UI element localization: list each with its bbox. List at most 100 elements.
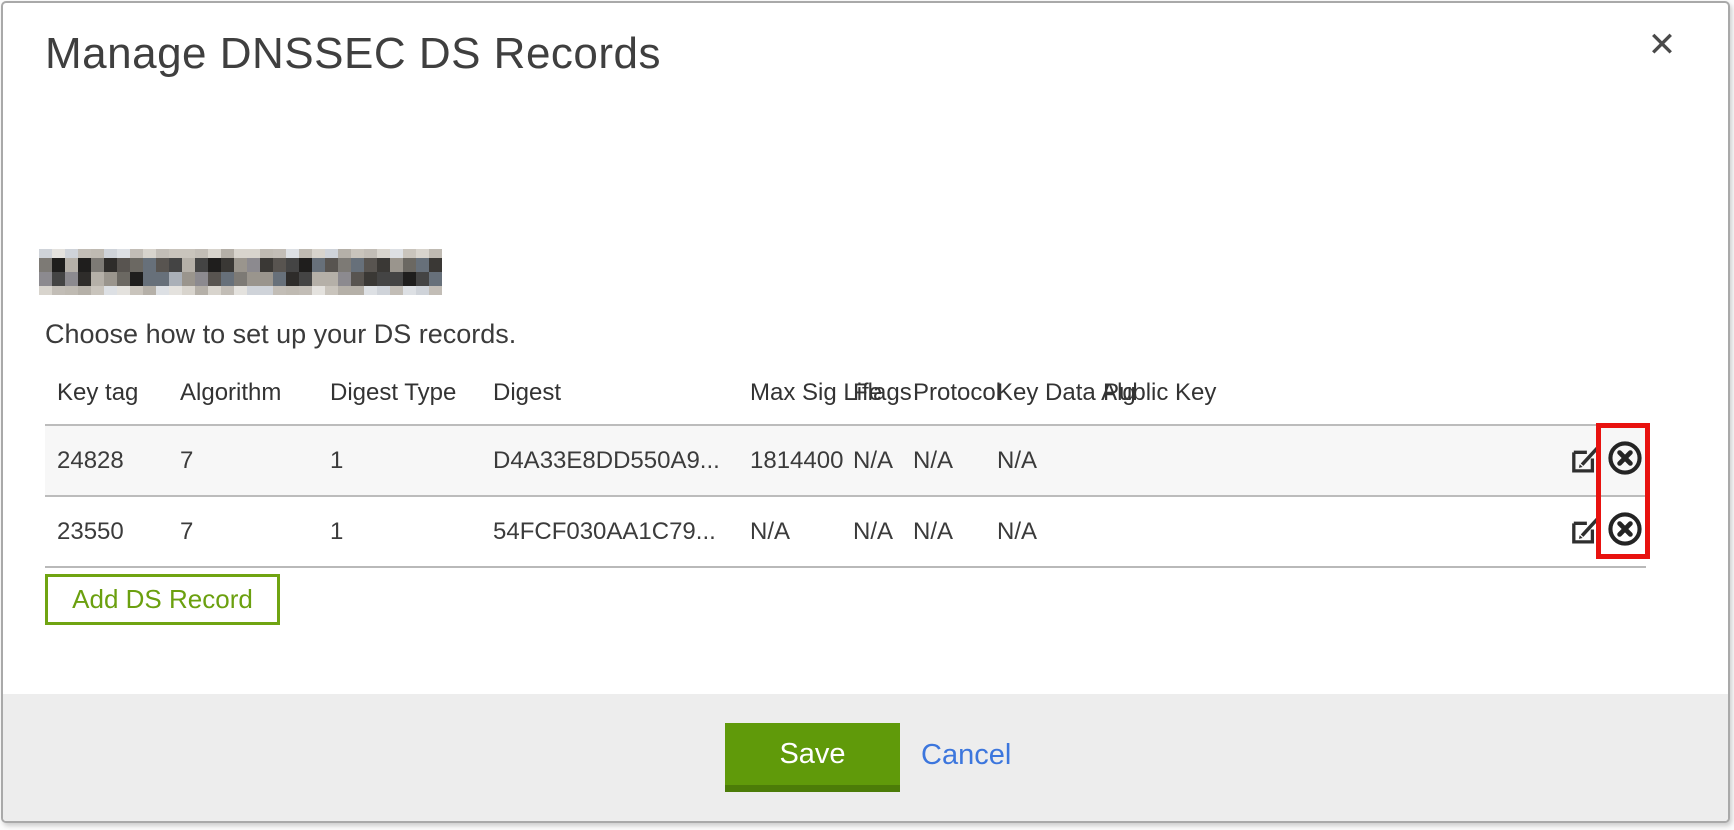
pixel-block	[312, 286, 325, 295]
add-ds-record-button[interactable]: Add DS Record	[45, 574, 280, 625]
pixel-block	[429, 286, 442, 295]
pixel-block	[169, 286, 182, 295]
pixel-block	[364, 272, 377, 286]
pixel-block	[338, 286, 351, 295]
pixel-block	[338, 272, 351, 286]
pixel-block	[169, 258, 182, 272]
pixel-block	[351, 249, 364, 258]
pixel-block	[260, 286, 273, 295]
pixel-block	[156, 272, 169, 286]
table-cell: N/A	[853, 425, 913, 496]
pixel-block	[195, 286, 208, 295]
table-cell: 54FCF030AA1C79...	[493, 496, 750, 567]
row-actions	[1550, 496, 1646, 567]
pixel-block	[182, 249, 195, 258]
pixel-block	[104, 286, 117, 295]
pixel-block	[221, 286, 234, 295]
pixel-block	[130, 286, 143, 295]
pixel-block	[52, 272, 65, 286]
pixel-block	[208, 286, 221, 295]
close-icon[interactable]: ✕	[1640, 23, 1684, 67]
pixel-block	[78, 249, 91, 258]
pixel-block	[403, 258, 416, 272]
delete-icon[interactable]	[1606, 510, 1644, 548]
pixel-block	[273, 286, 286, 295]
table-cell: 1	[330, 496, 493, 567]
column-header-flags: Flags	[853, 373, 913, 425]
pixel-block	[299, 258, 312, 272]
pixel-block	[429, 249, 442, 258]
table-cell: D4A33E8DD550A9...	[493, 425, 750, 496]
table-cell: 7	[180, 496, 330, 567]
table-cell: N/A	[997, 425, 1103, 496]
pixel-block	[221, 272, 234, 286]
pixel-block	[364, 249, 377, 258]
pixel-block	[117, 286, 130, 295]
censored-domain-name	[39, 249, 442, 295]
table-cell: 1	[330, 425, 493, 496]
pixel-block	[221, 249, 234, 258]
edit-icon[interactable]	[1569, 442, 1602, 475]
dialog-title: Manage DNSSEC DS Records	[45, 29, 661, 79]
pixel-block	[91, 249, 104, 258]
pixel-block	[273, 249, 286, 258]
pixel-block	[338, 249, 351, 258]
pixel-block	[286, 272, 299, 286]
pixel-block	[299, 249, 312, 258]
pixel-block	[286, 249, 299, 258]
pixel-block	[286, 258, 299, 272]
pixel-block	[52, 249, 65, 258]
pixel-block	[403, 272, 416, 286]
pixel-block	[78, 286, 91, 295]
pixel-block	[403, 286, 416, 295]
pixel-block	[104, 249, 117, 258]
pixel-block	[104, 258, 117, 272]
pixel-block	[182, 272, 195, 286]
pixel-block	[273, 272, 286, 286]
pixel-block	[403, 249, 416, 258]
pixel-block	[390, 272, 403, 286]
save-button[interactable]: Save	[725, 723, 900, 792]
pixel-block	[143, 272, 156, 286]
pixel-block	[143, 258, 156, 272]
pixel-block	[78, 272, 91, 286]
pixel-block	[247, 286, 260, 295]
pixel-block	[234, 249, 247, 258]
ds-records-table: Key tagAlgorithmDigest TypeDigestMax Sig…	[45, 373, 1646, 568]
pixel-block	[351, 258, 364, 272]
pixel-block	[338, 258, 351, 272]
pixel-block	[234, 286, 247, 295]
table-cell: 23550	[45, 496, 180, 567]
delete-icon[interactable]	[1606, 439, 1644, 477]
pixel-block	[416, 272, 429, 286]
column-header-key-data-alg: Key Data Alg	[997, 373, 1103, 425]
table-row: 2482871D4A33E8DD550A9...1814400N/AN/AN/A	[45, 425, 1646, 496]
pixel-block	[117, 272, 130, 286]
pixel-block	[377, 286, 390, 295]
table-cell: 7	[180, 425, 330, 496]
pixel-block	[325, 272, 338, 286]
pixel-block	[169, 272, 182, 286]
pixel-block	[260, 272, 273, 286]
pixel-block	[156, 249, 169, 258]
pixel-block	[78, 258, 91, 272]
dialog-footer: Save Cancel	[3, 694, 1728, 821]
pixel-block	[390, 286, 403, 295]
cancel-link[interactable]: Cancel	[921, 739, 1011, 772]
pixel-block	[312, 258, 325, 272]
pixel-block	[429, 272, 442, 286]
pixel-block	[65, 249, 78, 258]
pixel-block	[39, 286, 52, 295]
pixel-block	[377, 258, 390, 272]
pixel-block	[169, 249, 182, 258]
instruction-text: Choose how to set up your DS records.	[45, 319, 516, 350]
table-cell: N/A	[997, 496, 1103, 567]
pixel-block	[377, 272, 390, 286]
edit-icon[interactable]	[1569, 513, 1602, 546]
pixel-block	[390, 249, 403, 258]
pixel-block	[416, 258, 429, 272]
pixel-block	[143, 249, 156, 258]
pixel-block	[234, 272, 247, 286]
pixel-block	[299, 286, 312, 295]
pixel-block	[247, 249, 260, 258]
